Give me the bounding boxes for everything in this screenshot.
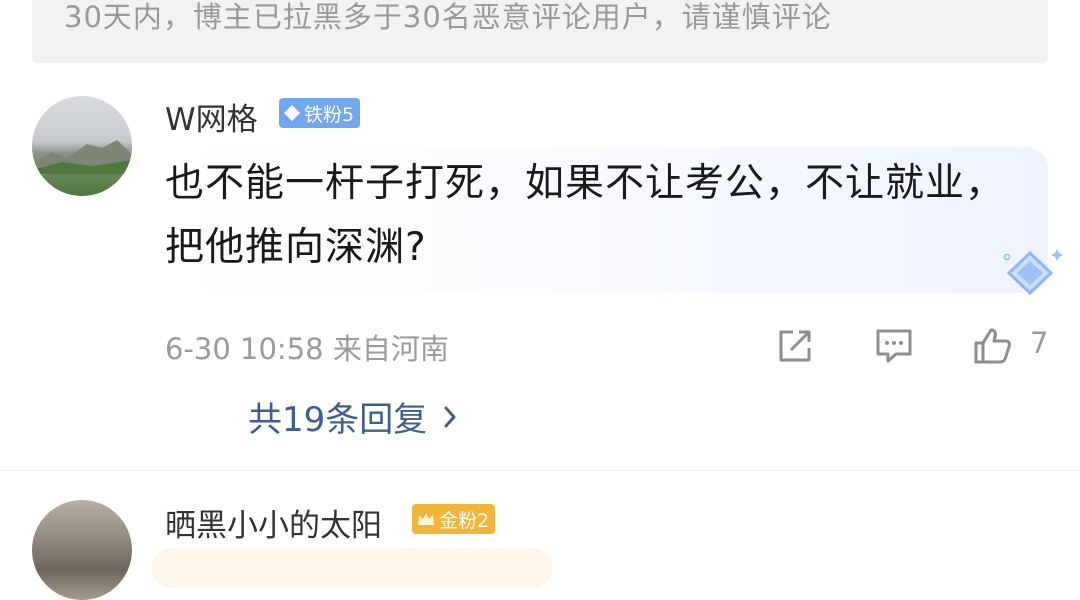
username[interactable]: 晒黑小小的太阳	[165, 500, 382, 545]
notice-text: 30天内，博主已拉黑多于30名恶意评论用户，请谨慎评论	[64, 0, 832, 34]
view-replies-button[interactable]: 共19条回复	[248, 392, 457, 441]
chevron-right-icon	[444, 406, 456, 427]
like-icon[interactable]	[972, 326, 1012, 366]
blogger-notice-banner: 30天内，博主已拉黑多于30名恶意评论用户，请谨慎评论	[32, 0, 1048, 63]
diamond-icon	[284, 105, 300, 121]
username[interactable]: W网格	[165, 94, 258, 139]
comment-location: 来自河南	[332, 332, 449, 366]
avatar[interactable]	[32, 500, 132, 600]
share-icon[interactable]	[775, 326, 815, 366]
comment-divider	[0, 470, 1080, 471]
replies-label: 共19条回复	[248, 400, 428, 440]
avatar-landscape	[32, 140, 132, 174]
comment-time: 6-30 10:58	[165, 332, 324, 366]
fan-badge-label: 铁粉5	[304, 103, 355, 126]
fan-badge: 金粉2	[412, 504, 496, 534]
comment-icon[interactable]	[874, 326, 914, 366]
avatar[interactable]	[32, 96, 132, 196]
like-count: 7	[1030, 326, 1049, 360]
diamond-icon	[1003, 249, 1063, 296]
comment-meta: 6-30 10:58 来自河南	[165, 326, 449, 368]
fan-badge-label: 金粉2	[439, 509, 490, 532]
comment-text: 也不能一杆子打死，如果不让考公，不让就业，把他推向深渊?	[165, 161, 1006, 270]
fan-badge: 铁粉5	[279, 98, 361, 128]
crown-icon	[418, 513, 434, 525]
comment-bubble	[152, 548, 552, 588]
